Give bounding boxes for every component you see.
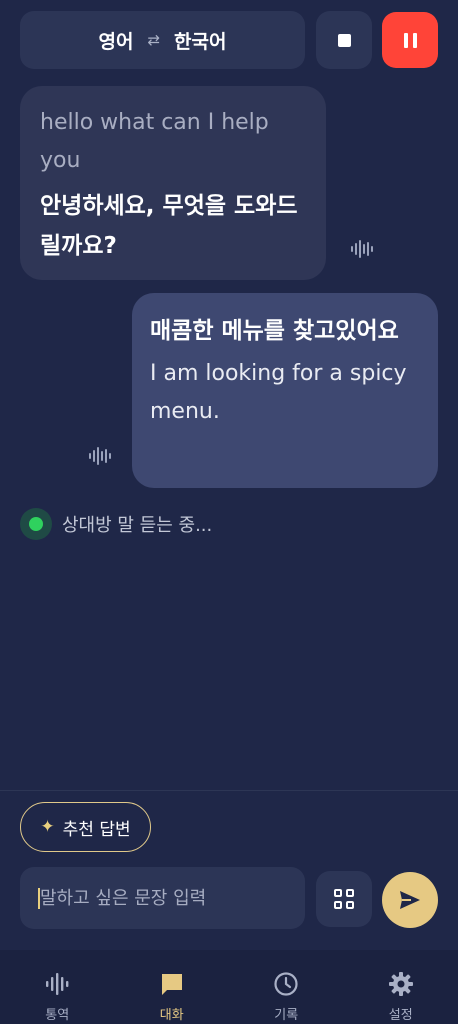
message-input[interactable] [38, 887, 305, 909]
nav-label: 통역 [45, 1008, 70, 1023]
original-text: hello what can I help you [40, 110, 269, 173]
send-icon [400, 891, 420, 909]
chat-bubble-icon [159, 970, 185, 998]
language-switch-button[interactable]: 영어 ⇄ 한국어 [20, 11, 305, 69]
waveform-icon [44, 970, 70, 998]
phrases-grid-button[interactable] [316, 871, 372, 927]
green-dot-icon [29, 517, 43, 531]
suggested-reply-label: 추천 답변 [62, 819, 131, 840]
translated-text: 매콤한 메뉴를 찾고있어요 [150, 318, 399, 344]
translated-text: 안녕하세요, 무엇을 도와드릴까요? [40, 193, 298, 259]
grid-icon [334, 889, 342, 897]
divider [0, 790, 458, 791]
message-bubble-sent: 매콤한 메뉴를 찾고있어요 I am looking for a spicy m… [132, 293, 438, 488]
target-language-label: 한국어 [174, 30, 227, 53]
status-text: 상대방 말 듣는 중... [62, 515, 213, 536]
stop-button[interactable] [316, 11, 372, 69]
suggested-reply-button[interactable]: ✦ 추천 답변 [20, 802, 151, 852]
send-button[interactable] [382, 872, 438, 928]
app-screen: 영어 ⇄ 한국어 hello what can I help you 안녕하세요… [0, 0, 458, 1024]
message-bubble-received: hello what can I help you 안녕하세요, 무엇을 도와드… [20, 86, 326, 280]
pause-icon [403, 32, 408, 48]
nav-label: 설정 [388, 1008, 413, 1023]
sparkle-icon: ✦ [40, 817, 55, 837]
nav-item-history[interactable]: 기록 [229, 950, 343, 1024]
clock-icon [273, 970, 299, 998]
listening-status: 상대방 말 듣는 중... [20, 508, 212, 540]
nav-label: 기록 [274, 1008, 299, 1023]
message-input-container[interactable] [20, 867, 305, 929]
pause-button[interactable] [382, 12, 438, 68]
stop-icon [337, 33, 351, 47]
bottom-navigation: 통역 대화 기록 설정 [0, 950, 458, 1024]
swap-arrows-icon: ⇄ [147, 31, 161, 49]
nav-label: 대화 [159, 1008, 184, 1023]
source-language-label: 영어 [98, 30, 134, 53]
nav-item-settings[interactable]: 설정 [344, 950, 458, 1024]
play-audio-waveform-icon[interactable] [351, 240, 373, 258]
nav-item-interpret[interactable]: 통역 [0, 950, 114, 1024]
listening-indicator [20, 508, 52, 540]
original-text: I am looking for a spicy menu. [150, 361, 407, 424]
nav-item-conversation[interactable]: 대화 [115, 950, 229, 1024]
play-audio-waveform-icon[interactable] [89, 447, 111, 465]
gear-icon [388, 970, 414, 998]
